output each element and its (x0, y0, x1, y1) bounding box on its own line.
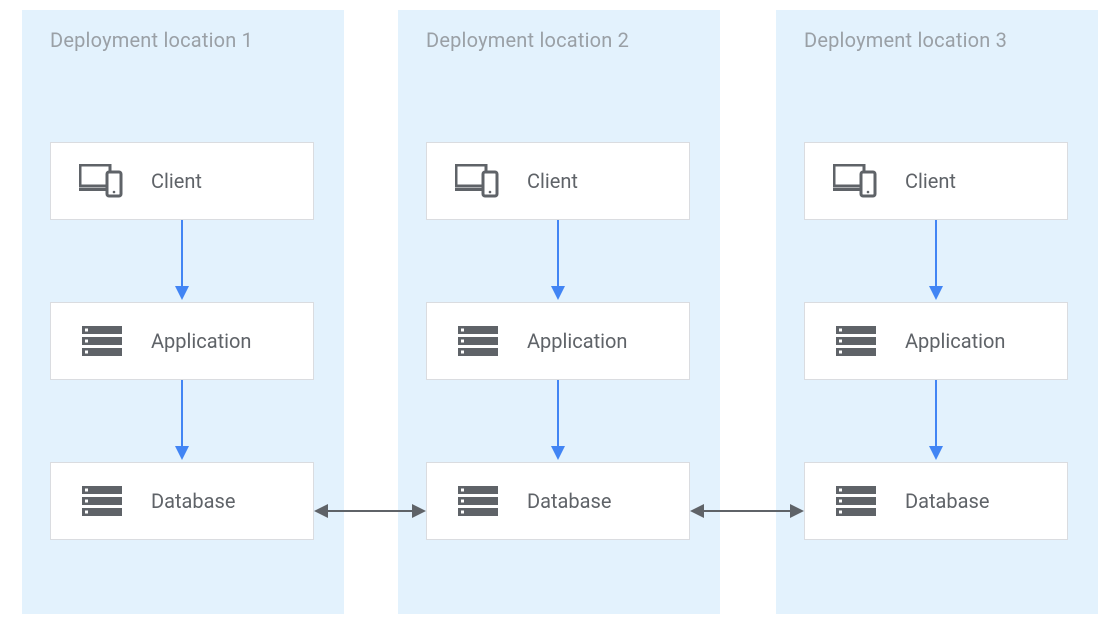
arrow-client-to-app (50, 220, 316, 302)
node-label: Client (527, 169, 578, 193)
deployment-region-1: Deployment location 1 Client (22, 10, 344, 614)
arrow-client-to-app (804, 220, 1070, 302)
server-icon (79, 326, 125, 356)
node-label: Database (527, 489, 611, 513)
server-icon (79, 486, 125, 516)
arrow-client-to-app (426, 220, 692, 302)
region-title: Deployment location 2 (426, 28, 692, 52)
region-title: Deployment location 3 (804, 28, 1070, 52)
server-icon (455, 326, 501, 356)
database-node: Database (426, 462, 690, 540)
node-label: Database (905, 489, 989, 513)
node-label: Database (151, 489, 235, 513)
deployment-region-2: Deployment location 2 Client (398, 10, 720, 614)
node-label: Client (151, 169, 202, 193)
application-node: Application (50, 302, 314, 380)
arrow-app-to-db (426, 380, 692, 462)
region-title: Deployment location 1 (50, 28, 316, 52)
client-devices-icon (455, 164, 501, 198)
node-label: Application (151, 329, 251, 353)
application-node: Application (426, 302, 690, 380)
arrow-app-to-db (804, 380, 1070, 462)
client-devices-icon (79, 164, 125, 198)
database-node: Database (50, 462, 314, 540)
database-node: Database (804, 462, 1068, 540)
client-node: Client (804, 142, 1068, 220)
arrow-app-to-db (50, 380, 316, 462)
node-label: Application (527, 329, 627, 353)
application-node: Application (804, 302, 1068, 380)
server-icon (455, 486, 501, 516)
client-node: Client (50, 142, 314, 220)
node-label: Client (905, 169, 956, 193)
server-icon (833, 486, 879, 516)
server-icon (833, 326, 879, 356)
deployment-region-3: Deployment location 3 Client (776, 10, 1098, 614)
client-devices-icon (833, 164, 879, 198)
client-node: Client (426, 142, 690, 220)
node-label: Application (905, 329, 1005, 353)
